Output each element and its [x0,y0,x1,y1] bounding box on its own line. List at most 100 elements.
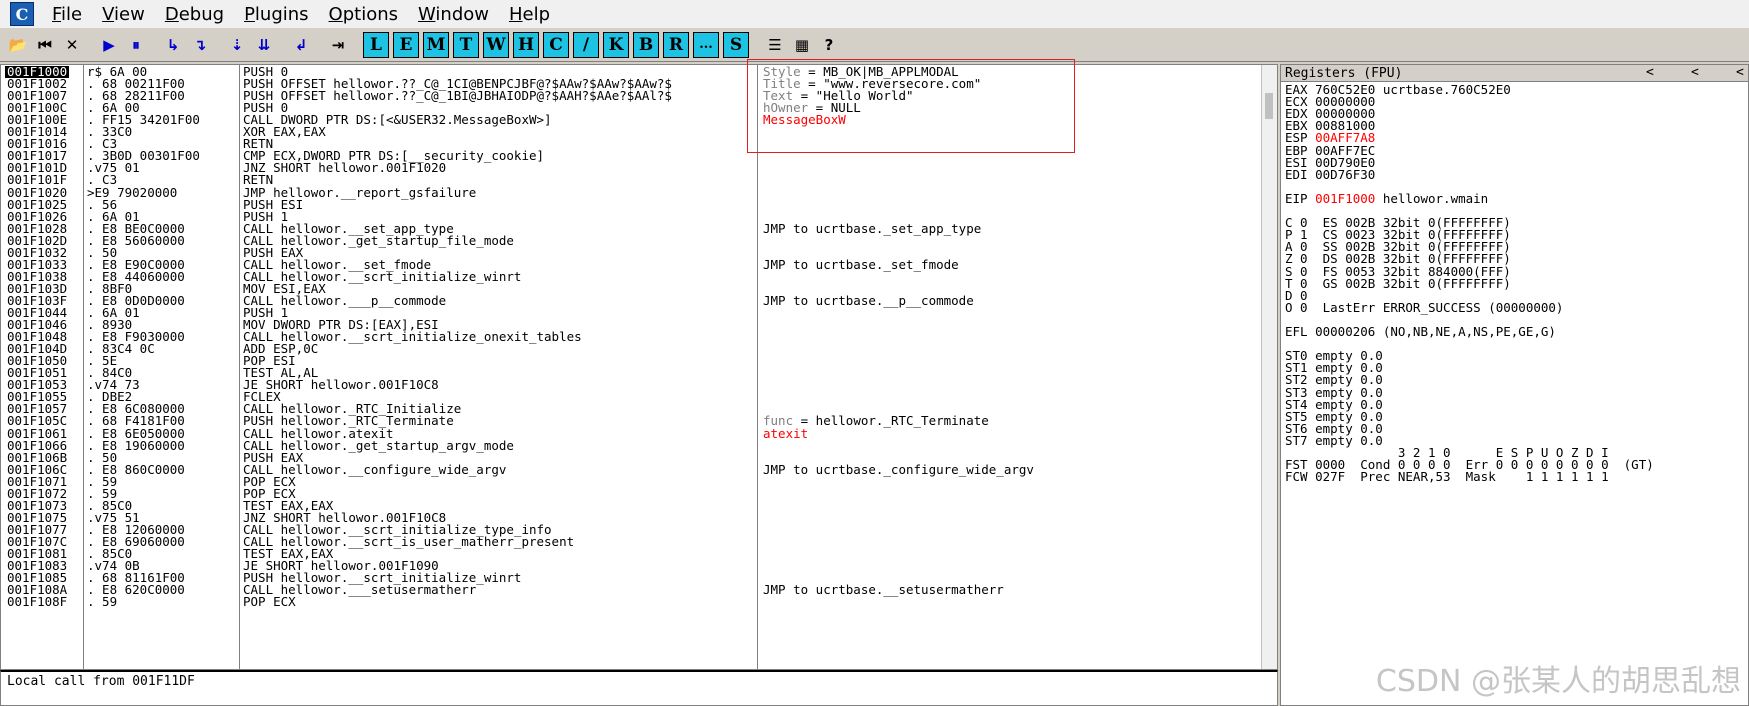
info-pane: Local call from 001F11DF [0,670,1278,706]
menu-accelerator: F [52,3,62,25]
disasm-row[interactable]: 001F1083 .v74 0B JE SHORT hellowor.001F109… [1,559,1259,572]
help-icon[interactable]: ? [817,32,841,58]
menu-label-rest: ile [61,3,83,25]
window-button-8[interactable]: K [603,31,629,58]
close-icon[interactable]: ✕ [60,32,84,58]
menu-accelerator: W [418,3,436,25]
window-button-5[interactable]: H [513,31,539,58]
info-text: Local call from 001F11DF [7,674,195,689]
disasm-row[interactable]: 001F107C. E8 69060000 CALL hellowor.__scr… [1,535,1259,548]
disasm-row[interactable]: 001F1081. 85C0 TEST EAX,EAX [1,547,1259,560]
goto-icon[interactable]: ⇥ [326,32,350,58]
menu-label-rest: iew [114,3,145,25]
disasm-instruction: POP ECX [243,594,296,610]
disasm-row[interactable]: 001F1038. E8 44060000 CALL hellowor.__scr… [1,270,1259,283]
disasm-row[interactable]: 001F103D. 8BF0 MOV ESI,EAX [1,282,1259,295]
disasm-comment: JMP to ucrtbase.__p__commode [763,292,974,308]
disasm-row[interactable]: 001F1048. E8 F9030000 CALL hellowor.__scr… [1,330,1259,343]
disasm-row[interactable]: 001F1055. DBE2 FCLEX [1,391,1259,404]
disassembly-pane[interactable]: 001F1000 r$ 6A 00 PUSH 0 Style = MB_OK|MB_A… [0,64,1278,670]
menu-label-rest: lugins [254,3,309,25]
disasm-row[interactable]: 001F1028. E8 BE0C0000 CALL hellowor.__set… [1,220,1259,236]
disasm-row[interactable]: 001F1075 .v75 51 JNZ SHORT hellowor.001F10… [1,511,1259,524]
trace-into-icon[interactable]: ⇣ [225,32,249,58]
disasm-row[interactable]: 001F1025. 56 PUSH ESI [1,198,1259,211]
register-line: T 0 GS 002B 32bit 0(FFFFFFFF) [1285,275,1511,291]
register-line: EIP 001F1000 hellowor.wmain [1285,192,1488,206]
menu-accelerator: D [164,3,179,25]
execute-till-return-icon[interactable]: ↲ [289,32,313,58]
chevron-left-icon[interactable]: < [1691,65,1699,80]
disasm-row[interactable]: 001F101F. C3 RETN [1,174,1259,187]
disasm-row[interactable]: 001F1071. 59 POP ECX [1,475,1259,488]
disasm-row[interactable]: 001F1032. 50 PUSH EAX [1,246,1259,259]
disasm-comment: JMP to ucrtbase._configure_wide_argv [763,461,1034,477]
scrollbar-thumb[interactable] [1265,93,1273,119]
window-button-2[interactable]: M [423,31,449,58]
window-button-7[interactable]: / [573,31,599,58]
open-icon[interactable]: 📂 [6,32,30,58]
window-button-6[interactable]: C [543,31,569,58]
menu-label-rest: ebug [178,3,225,25]
menu-options[interactable]: Options [319,4,408,25]
disasm-row[interactable]: 001F1072. 59 POP ECX [1,487,1259,500]
registers-pane[interactable]: Registers (FPU) < < < EAX 760C52E0 ucrtb… [1280,64,1749,706]
disassembly-scrollbar[interactable] [1261,65,1277,669]
window-button-12[interactable]: S [723,31,749,58]
window-button-9[interactable]: B [633,31,659,58]
disasm-row[interactable]: 001F104D. 83C4 0C ADD ESP,0C [1,342,1259,355]
register-text: T 0 GS 002B 32bit 0(FFFFFFFF) [1285,275,1511,291]
disasm-row[interactable]: 001F105C. 68 F4181F00 PUSH hellowor._RTC_… [1,415,1259,428]
disasm-row[interactable]: 001F101D .v75 01 JNZ SHORT hellowor.001F10… [1,160,1259,176]
pause-icon[interactable]: ⏸ [124,32,148,58]
disasm-row[interactable]: 001F108F . 59 POP ECX [1,594,1259,610]
register-text: EDI 00D76F30 [1285,166,1376,182]
disasm-comment: atexit [763,425,809,441]
disasm-comment: JMP to ucrtbase._set_app_type [763,220,982,236]
menu-view[interactable]: View [92,4,155,25]
window-button-11[interactable]: ... [693,31,719,58]
run-icon[interactable]: ▶ [97,32,121,58]
disasm-row[interactable]: 001F1073. 85C0 TEST EAX,EAX [1,499,1259,512]
window-button-1[interactable]: E [393,31,419,58]
highlight-box [747,59,1075,153]
disasm-row[interactable]: 001F106C. E8 860C0000 CALL hellowor.__con… [1,461,1259,477]
disasm-row[interactable]: 001F1046. 8930 MOV DWORD PTR DS:[EAX],ESI [1,318,1259,331]
disasm-row[interactable]: 001F106B. 50 PUSH EAX [1,451,1259,464]
chevron-left-icon[interactable]: < [1736,65,1744,80]
disasm-row[interactable]: 001F1044. 6A 01 PUSH 1 [1,306,1259,319]
disasm-row[interactable]: 001F1020 >E9 79020000 JMP hellowor.__repor… [1,186,1259,199]
grid-icon[interactable]: ▦ [790,32,814,58]
menu-plugins[interactable]: Plugins [234,4,318,25]
window-button-0[interactable]: L [363,31,389,58]
disasm-row[interactable]: 001F1066. E8 19060000 CALL hellowor._get_… [1,439,1259,452]
window-button-4[interactable]: W [483,31,509,58]
menu-file[interactable]: File [42,4,92,25]
window-button-3[interactable]: T [453,31,479,58]
disasm-instruction: JNZ SHORT hellowor.001F1020 [243,160,447,176]
disasm-row[interactable]: 001F1077. E8 12060000 CALL hellowor.__scr… [1,523,1259,536]
step-over-icon[interactable]: ↴ [188,32,212,58]
menu-label-rest: elp [522,3,551,25]
menu-window[interactable]: Window [408,4,499,25]
disasm-row[interactable]: 001F1057. E8 6C080000 CALL hellowor._RTC_… [1,403,1259,416]
step-into-icon[interactable]: ↳ [161,32,185,58]
disasm-row[interactable]: 001F1053 .v74 73 JE SHORT hellowor.001F10C… [1,379,1259,392]
disasm-row[interactable]: 001F1033. E8 E90C0000 CALL hellowor.__set… [1,258,1259,271]
trace-over-icon[interactable]: ⇊ [252,32,276,58]
menu-debug[interactable]: Debug [155,4,234,25]
menu-help[interactable]: Help [499,4,560,25]
restart-icon[interactable]: ⏮ [33,32,57,58]
list-icon[interactable]: ☰ [763,32,787,58]
disasm-row[interactable]: 001F108A. E8 620C0000 CALL hellowor.___se… [1,583,1259,596]
disasm-row[interactable]: 001F1061. E8 6E050000 CALL hellowor.atexi… [1,425,1259,441]
disasm-row[interactable]: 001F1051. 84C0 TEST AL,AL [1,366,1259,379]
disasm-row[interactable]: 001F1026. 6A 01 PUSH 1 [1,210,1259,223]
disasm-row[interactable]: 001F103F. E8 0D0D0000 CALL hellowor.___p_… [1,292,1259,308]
disasm-row[interactable]: 001F1085. 68 81161F00 PUSH hellowor.__scr… [1,571,1259,584]
disasm-row[interactable]: 001F102D. E8 56060000 CALL hellowor._get_… [1,234,1259,247]
chevron-left-icon[interactable]: < [1646,65,1654,80]
register-annotation: hellowor.wmain [1375,190,1489,206]
disasm-row[interactable]: 001F1050. 5E POP ESI [1,354,1259,367]
window-button-10[interactable]: R [663,31,689,58]
